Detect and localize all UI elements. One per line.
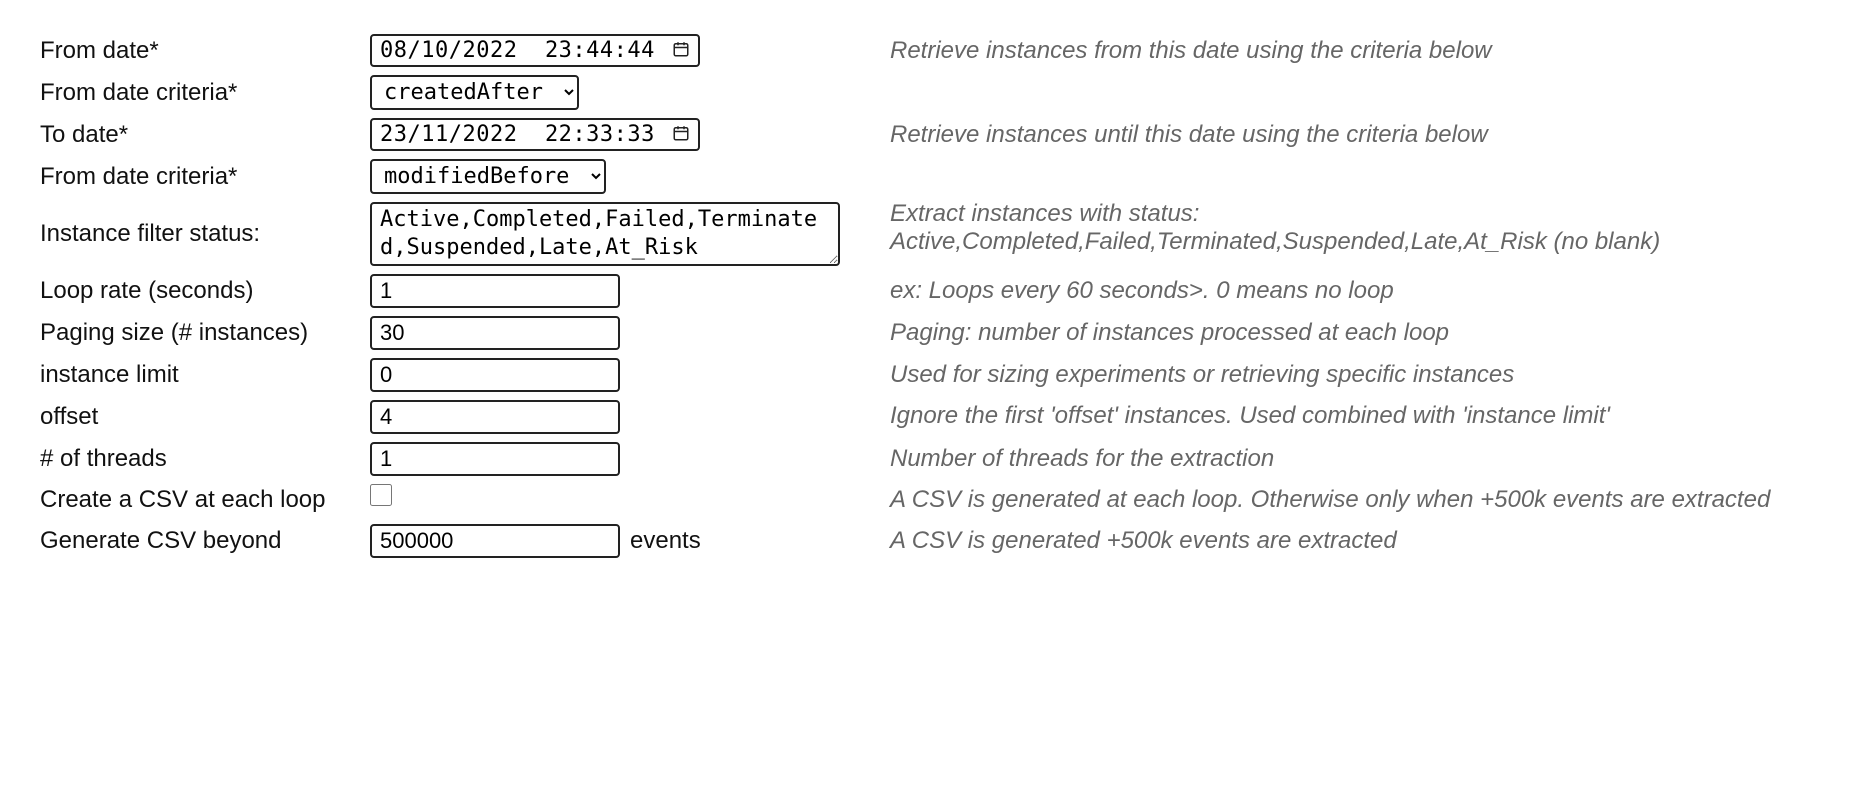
loop-rate-input[interactable] <box>370 274 620 308</box>
offset-hint: Ignore the first 'offset' instances. Use… <box>890 396 1830 436</box>
status-input-cell: Active,Completed,Failed,Terminated,Suspe… <box>370 198 860 270</box>
loop-rate-hint: ex: Loops every 60 seconds>. 0 means no … <box>890 271 1830 311</box>
csv-each-loop-hint: A CSV is generated at each loop. Otherwi… <box>890 480 1830 520</box>
instance-limit-input-cell <box>370 354 860 396</box>
from-criteria-select[interactable]: createdAfter <box>370 75 579 110</box>
instance-limit-input[interactable] <box>370 358 620 392</box>
to-date-input[interactable] <box>370 118 700 151</box>
csv-beyond-hint: A CSV is generated +500k events are extr… <box>890 521 1830 561</box>
paging-size-input-cell <box>370 312 860 354</box>
paging-size-input[interactable] <box>370 316 620 350</box>
loop-rate-label: Loop rate (seconds) <box>40 271 340 311</box>
to-criteria-hint <box>890 155 1830 177</box>
from-date-input-wrap <box>370 34 700 67</box>
threads-input-cell <box>370 438 860 480</box>
from-criteria-input-cell: createdAfter <box>370 71 860 114</box>
to-criteria-select[interactable]: modifiedBefore <box>370 159 606 194</box>
csv-beyond-input-cell: events <box>370 520 860 562</box>
to-date-input-cell <box>370 114 860 155</box>
offset-label: offset <box>40 397 340 437</box>
paging-size-hint: Paging: number of instances processed at… <box>890 313 1830 353</box>
from-date-hint: Retrieve instances from this date using … <box>890 31 1830 71</box>
csv-beyond-input[interactable] <box>370 524 620 558</box>
threads-hint: Number of threads for the extraction <box>890 439 1830 479</box>
to-date-input-wrap <box>370 118 700 151</box>
status-textarea[interactable]: Active,Completed,Failed,Terminated,Suspe… <box>370 202 840 266</box>
status-label: Instance filter status: <box>40 214 340 254</box>
status-hint: Extract instances with status: Active,Co… <box>890 198 1830 262</box>
csv-each-loop-label: Create a CSV at each loop <box>40 480 340 520</box>
offset-input-cell <box>370 396 860 438</box>
from-criteria-hint <box>890 71 1830 93</box>
threads-label: # of threads <box>40 439 340 479</box>
instance-limit-hint: Used for sizing experiments or retrievin… <box>890 355 1830 395</box>
to-date-label: To date* <box>40 115 340 155</box>
from-criteria-label: From date criteria* <box>40 73 340 113</box>
paging-size-label: Paging size (# instances) <box>40 313 340 353</box>
loop-rate-input-cell <box>370 270 860 312</box>
csv-each-loop-input-cell <box>370 480 860 510</box>
offset-input[interactable] <box>370 400 620 434</box>
csv-beyond-label: Generate CSV beyond <box>40 521 340 561</box>
from-date-input[interactable] <box>370 34 700 67</box>
csv-each-loop-checkbox[interactable] <box>370 484 392 506</box>
from-date-input-cell <box>370 30 860 71</box>
from-date-label: From date* <box>40 31 340 71</box>
settings-form: From date* Retrieve instances from this … <box>0 0 1870 592</box>
to-criteria-label: From date criteria* <box>40 157 340 197</box>
csv-beyond-suffix: events <box>630 527 701 555</box>
to-criteria-input-cell: modifiedBefore <box>370 155 860 198</box>
instance-limit-label: instance limit <box>40 355 340 395</box>
to-date-hint: Retrieve instances until this date using… <box>890 115 1830 155</box>
threads-input[interactable] <box>370 442 620 476</box>
